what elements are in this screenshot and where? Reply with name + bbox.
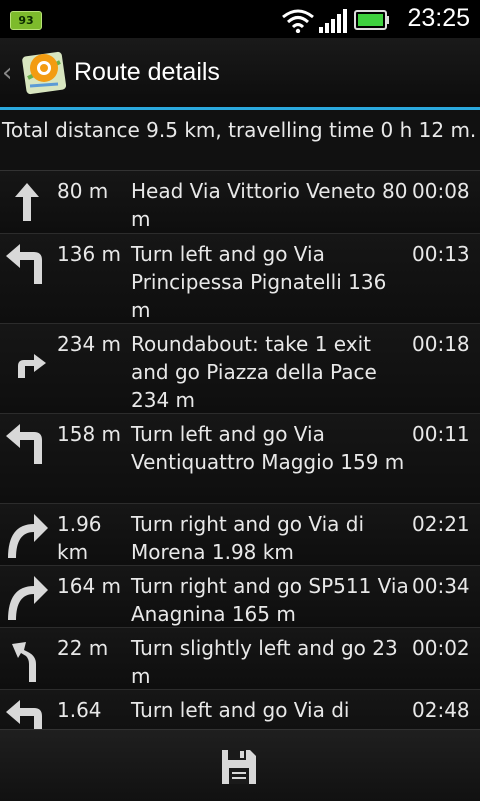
save-button[interactable] <box>210 742 270 790</box>
step-instruction: Turn slightly left and go 23 m <box>131 636 398 688</box>
step-distance: 136 m <box>57 242 122 266</box>
step-distance: 1.64 <box>57 698 102 722</box>
step-distance: 158 m <box>57 422 122 446</box>
step-instruction: Turn left and go Via di <box>131 698 350 722</box>
status-clock: 23:25 <box>407 4 470 32</box>
step-time: 00:18 <box>412 332 470 356</box>
step-instruction: Head Via Vittorio Veneto 80 m <box>131 179 408 231</box>
step-distance: 234 m <box>57 332 122 356</box>
battery-level-badge: 93 <box>10 11 42 30</box>
turn-right-icon <box>8 576 48 620</box>
route-step-list[interactable]: 80 m Head Via Vittorio Veneto 80 m 00:08… <box>0 171 480 729</box>
route-step-row[interactable]: 136 m Turn left and go Via Principessa P… <box>0 234 480 324</box>
route-step-row[interactable]: 1.96 km Turn right and go Via di Morena … <box>0 504 480 566</box>
route-step-row[interactable]: 22 m Turn slightly left and go 23 m 00:0… <box>0 628 480 690</box>
page-title: Route details <box>74 58 220 86</box>
route-step-row[interactable]: 234 m Roundabout: take 1 exit and go Pia… <box>0 324 480 414</box>
wifi-icon <box>282 9 314 33</box>
step-time: 00:13 <box>412 242 470 266</box>
route-step-row[interactable]: 1.64 Turn left and go Via di 02:48 <box>0 690 480 729</box>
step-instruction: Turn left and go Via Principessa Pignate… <box>131 242 387 322</box>
step-instruction: Turn right and go Via di Morena 1.98 km <box>131 512 365 564</box>
step-time: 00:34 <box>412 574 470 598</box>
step-time: 02:21 <box>412 512 470 536</box>
step-distance: 1.96 km <box>57 512 102 564</box>
bottom-action-bar <box>0 729 480 801</box>
route-step-row[interactable]: 158 m Turn left and go Via Ventiquattro … <box>0 414 480 504</box>
route-summary: Total distance 9.5 km, travelling time 0… <box>0 110 480 171</box>
route-step-row[interactable]: 80 m Head Via Vittorio Veneto 80 m 00:08 <box>0 171 480 234</box>
step-time: 00:02 <box>412 636 470 660</box>
step-distance: 80 m <box>57 179 109 203</box>
slight-left-icon <box>12 642 36 682</box>
turn-left-icon <box>6 700 42 729</box>
summary-text: Total distance 9.5 km, travelling time 0… <box>2 118 477 142</box>
step-instruction: Turn left and go Via Ventiquattro Maggio… <box>131 422 405 474</box>
battery-icon <box>354 10 389 30</box>
step-instruction: Roundabout: take 1 exit and go Piazza de… <box>131 332 377 412</box>
step-distance: 164 m <box>57 574 122 598</box>
step-time: 00:11 <box>412 422 470 446</box>
signal-icon <box>319 9 347 33</box>
turn-left-icon <box>6 424 42 464</box>
arrow-straight-icon <box>15 183 39 221</box>
step-time: 02:48 <box>412 698 470 722</box>
step-time: 00:08 <box>412 179 470 203</box>
roundabout-icon <box>18 354 46 378</box>
step-distance: 22 m <box>57 636 109 660</box>
title-bar: ‹ Route details <box>0 38 480 110</box>
step-instruction: Turn right and go SP511 Via Anagnina 165… <box>131 574 409 626</box>
turn-left-icon <box>6 244 42 284</box>
turn-right-icon <box>8 514 48 558</box>
save-icon <box>222 750 256 784</box>
map-pin-app-icon[interactable] <box>20 48 68 96</box>
back-chevron-icon[interactable]: ‹ <box>2 60 12 86</box>
route-step-row[interactable]: 164 m Turn right and go SP511 Via Anagni… <box>0 566 480 628</box>
status-bar: 93 23:25 <box>0 0 480 38</box>
